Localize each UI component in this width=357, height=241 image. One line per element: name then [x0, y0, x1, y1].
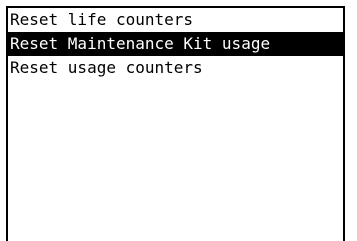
menu-item-reset-maintenance-kit-usage[interactable]: Reset Maintenance Kit usage [8, 32, 343, 56]
menu-list: Reset life counters Reset Maintenance Ki… [8, 8, 343, 80]
menu-item-reset-life-counters[interactable]: Reset life counters [8, 8, 343, 32]
menu-item-reset-usage-counters[interactable]: Reset usage counters [8, 56, 343, 80]
menu-screen: Reset life counters Reset Maintenance Ki… [6, 6, 345, 241]
